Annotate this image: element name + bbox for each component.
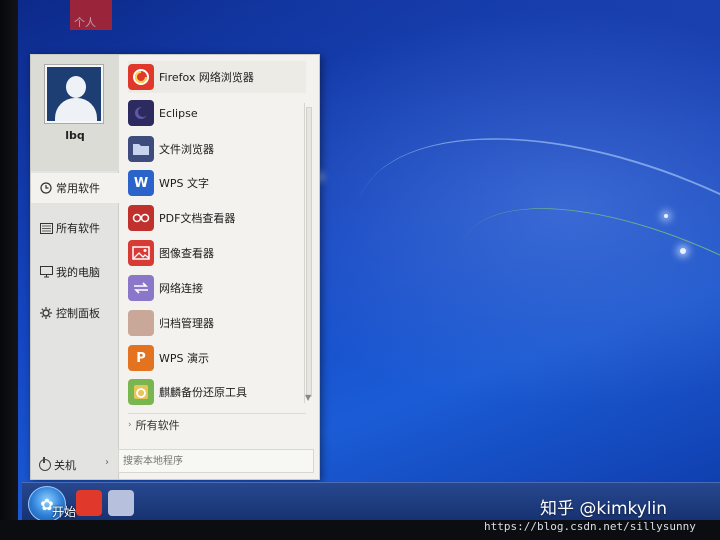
divider (128, 413, 306, 414)
app-list-scrollbar[interactable] (304, 103, 312, 403)
shutdown-options-arrow[interactable]: › (105, 457, 109, 468)
grid-icon (39, 221, 53, 235)
app-item-backup-tool[interactable]: 麒麟备份还原工具 (128, 376, 306, 408)
scroll-down-arrow[interactable]: ▼ (305, 393, 311, 402)
all-software-link[interactable]: › 所有软件 (128, 417, 180, 433)
taskbar-firefox-icon[interactable] (76, 490, 102, 516)
app-item-wps-writer[interactable]: W WPS 文字 (128, 167, 306, 199)
category-label: 我的电脑 (56, 266, 100, 279)
search-input[interactable] (118, 449, 314, 473)
app-label: Firefox 网络浏览器 (159, 71, 254, 84)
app-item-image-viewer[interactable]: 图像查看器 (128, 237, 306, 269)
shutdown-label: 关机 (54, 459, 76, 472)
app-label: WPS 演示 (159, 352, 209, 365)
app-label: PDF文档查看器 (159, 212, 236, 225)
scrollbar-thumb[interactable] (306, 107, 312, 397)
app-label: 文件浏览器 (159, 143, 214, 156)
all-software-label: 所有软件 (135, 419, 180, 432)
shutdown-button[interactable]: 关机 (39, 457, 76, 473)
wps-writer-icon: W (128, 170, 154, 196)
firefox-icon (128, 64, 154, 90)
app-item-pdf-viewer[interactable]: PDF文档查看器 (128, 202, 306, 234)
app-label: WPS 文字 (159, 177, 209, 190)
app-item-network[interactable]: 网络连接 (128, 272, 306, 304)
wallpaper-star (680, 248, 686, 254)
app-item-wps-presentation[interactable]: P WPS 演示 (128, 342, 306, 374)
clock-icon (39, 181, 53, 195)
eclipse-icon (128, 100, 154, 126)
gear-icon (39, 306, 53, 320)
desktop-icon-label: 个人 (74, 16, 96, 29)
category-common-software[interactable]: 常用软件 (31, 173, 119, 203)
app-item-firefox[interactable]: Firefox 网络浏览器 (128, 61, 306, 93)
pdf-viewer-icon (128, 205, 154, 231)
category-my-computer[interactable]: 我的电脑 (31, 257, 119, 287)
category-label: 所有软件 (56, 222, 100, 235)
taskbar-folder-icon[interactable] (108, 490, 134, 516)
avatar[interactable] (45, 65, 103, 123)
app-label: 网络连接 (159, 282, 203, 295)
category-control-panel[interactable]: 控制面板 (31, 298, 119, 328)
start-label: 开始 (52, 505, 77, 519)
monitor-icon (39, 265, 53, 279)
power-icon (39, 457, 51, 471)
user-body-icon (55, 98, 97, 121)
wallpaper-star (664, 214, 668, 218)
start-menu-sidebar: lbq 常用软件 所有软件 我的电脑 控制面板 关机 › (31, 55, 119, 479)
start-menu: lbq 常用软件 所有软件 我的电脑 控制面板 关机 › Firefox 网络浏… (30, 54, 320, 480)
app-item-file-browser[interactable]: 文件浏览器 (128, 133, 306, 165)
app-item-eclipse[interactable]: Eclipse (128, 97, 306, 129)
app-label: 图像查看器 (159, 247, 214, 260)
category-label: 控制面板 (56, 307, 100, 320)
app-label: 麒麟备份还原工具 (159, 386, 247, 399)
app-item-archive-manager[interactable]: 归档管理器 (128, 307, 306, 339)
user-head-icon (66, 76, 86, 98)
category-all-software[interactable]: 所有软件 (31, 213, 119, 243)
chevron-right-icon: › (128, 420, 132, 430)
watermark-url: https://blog.csdn.net/sillysunny (484, 520, 696, 533)
app-label: Eclipse (159, 106, 198, 120)
watermark-text: 知乎 @kimkylin (540, 499, 668, 519)
username: lbq (65, 129, 85, 142)
backup-icon (128, 379, 154, 405)
app-list-panel: Firefox 网络浏览器 Eclipse 文件浏览器 W WPS 文字 PDF… (118, 55, 320, 479)
wps-presentation-icon: P (128, 345, 154, 371)
network-icon (128, 275, 154, 301)
folder-icon (128, 136, 154, 162)
archive-icon (128, 310, 154, 336)
user-panel: lbq (31, 55, 119, 171)
image-viewer-icon (128, 240, 154, 266)
category-label: 常用软件 (56, 182, 100, 195)
app-label: 归档管理器 (159, 317, 214, 330)
